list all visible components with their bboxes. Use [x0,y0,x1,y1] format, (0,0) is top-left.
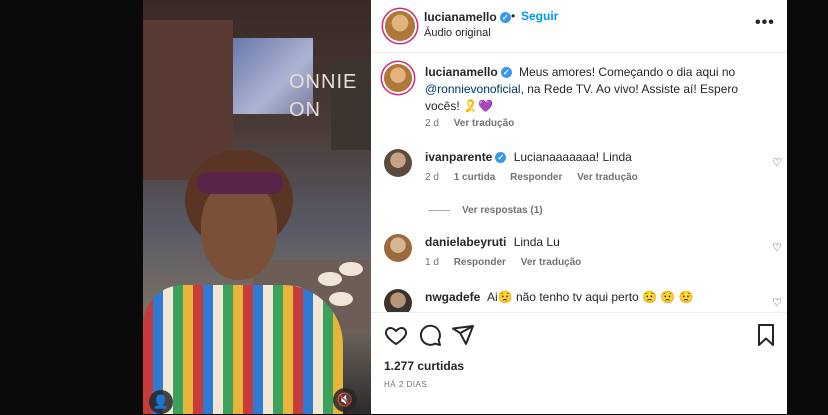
commenter-avatar[interactable] [384,234,412,262]
separator-dot: • [511,9,516,23]
audio-label[interactable]: Áudio original [424,27,491,39]
like-comment-icon[interactable]: ♡ [772,156,782,169]
author-username[interactable]: lucianamello ✓ [424,10,511,24]
post-media[interactable]: ONNIE ON 👤 🔇 [143,0,371,414]
save-bookmark-icon[interactable] [754,323,778,347]
like-comment-icon[interactable]: ♡ [772,296,782,309]
caption-text: lucianamello ✓ Meus amores! Começando o d… [425,65,739,113]
translate-link[interactable]: Ver tradução [577,172,638,183]
view-replies-button[interactable]: Ver respostas (1) [428,205,543,216]
author-avatar[interactable] [385,11,415,41]
comment-text: nwgadefe Ai😟 não tenho tv aqui perto 😟 😟… [425,290,694,304]
mute-icon[interactable]: 🔇 [333,388,357,412]
comment-username[interactable]: ivanparente ✓ [425,150,507,164]
person-headband [197,172,283,194]
translate-link[interactable]: Ver tradução [454,118,515,129]
person-jacket [143,285,343,414]
verified-badge-icon: ✓ [500,67,512,79]
plate [339,262,363,276]
comments-list[interactable]: lucianamello ✓ Meus amores! Começando o d… [371,52,787,312]
likes-count[interactable]: 1.277 curtidas [384,359,464,373]
caption-meta: 2 d Ver tradução [425,118,515,129]
like-heart-icon[interactable] [384,323,408,347]
post-actions: 1.277 curtidas HÁ 2 DIAS [371,312,787,415]
caption-avatar[interactable] [384,64,412,92]
share-icon[interactable] [451,323,475,347]
person-face [201,180,277,280]
commenter-avatar[interactable] [384,149,412,177]
translate-link[interactable]: Ver tradução [521,257,582,268]
more-options-icon[interactable]: ••• [755,14,775,32]
plate [318,272,342,286]
reply-button[interactable]: Responder [510,172,562,183]
comment-text: ivanparente ✓ Lucianaaaaaaa! Linda [425,150,632,164]
comment-icon[interactable] [418,323,442,347]
comment-meta: 2 d 1 curtida Responder Ver tradução [425,172,638,183]
comment-text: danielabeyruti Linda Lu [425,235,560,249]
like-comment-icon[interactable]: ♡ [772,241,782,254]
comment-username[interactable]: nwgadefe [425,290,480,304]
comment-likes[interactable]: 1 curtida [454,172,496,183]
commenter-avatar[interactable] [384,289,412,312]
post-header: lucianamello ✓ • Seguir Áudio original ••… [371,0,787,53]
comment-username[interactable]: danielabeyruti [425,235,506,249]
studio-sign: ONNIE ON [289,71,358,121]
plate [329,292,353,306]
tagged-user-icon[interactable]: 👤 [149,390,173,414]
caption-username[interactable]: lucianamello ✓ [425,65,512,79]
post-details-panel: lucianamello ✓ • Seguir Áudio original ••… [371,0,787,414]
verified-badge-icon: ✓ [495,152,507,164]
mention-link[interactable]: @ronnievonoficial [425,82,521,96]
follow-button[interactable]: Seguir [521,9,558,23]
replies-divider [428,209,450,211]
post-age: HÁ 2 DIAS [384,380,428,389]
reply-button[interactable]: Responder [454,257,506,268]
verified-badge-icon: ✓ [499,12,511,24]
comment-meta: 1 d Responder Ver tradução [425,257,582,268]
